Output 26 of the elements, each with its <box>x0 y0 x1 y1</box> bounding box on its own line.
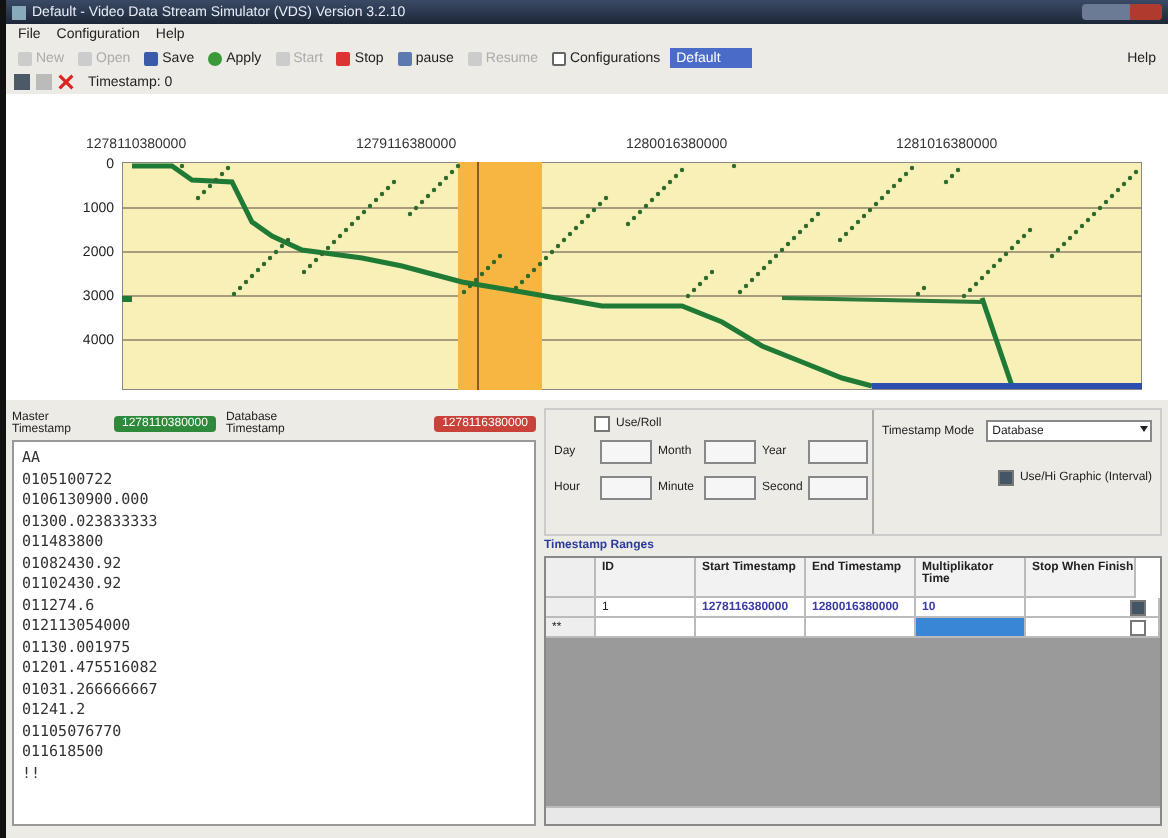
toolbar-icon <box>551 51 566 65</box>
spin-field[interactable] <box>704 476 756 500</box>
app-icon <box>12 5 26 19</box>
checkbox[interactable] <box>997 470 1014 486</box>
spin-field[interactable] <box>704 440 756 464</box>
checkbox[interactable] <box>1130 599 1146 615</box>
checkbox[interactable] <box>1130 619 1146 635</box>
toolbar-icon <box>397 51 412 65</box>
row-header[interactable] <box>546 598 596 618</box>
caret-icon <box>1140 426 1148 432</box>
checkbox[interactable] <box>594 416 610 432</box>
spin-field[interactable] <box>808 476 868 500</box>
corner-cell <box>546 558 596 598</box>
toolbar-icon <box>78 51 93 65</box>
horizontal-scrollbar[interactable] <box>546 806 1160 824</box>
spin-field[interactable] <box>600 476 652 500</box>
toolbar-icon <box>467 51 482 65</box>
toolbar-icon <box>336 51 351 65</box>
toolbar-icon <box>18 51 32 65</box>
toolbar-icon <box>208 51 223 65</box>
toolbar-icon <box>144 51 159 65</box>
table-cell[interactable] <box>916 618 1026 638</box>
spin-field[interactable] <box>808 440 868 464</box>
toolbar-icon <box>275 51 290 65</box>
spin-field[interactable] <box>600 440 652 464</box>
close-icon[interactable] <box>58 74 74 90</box>
